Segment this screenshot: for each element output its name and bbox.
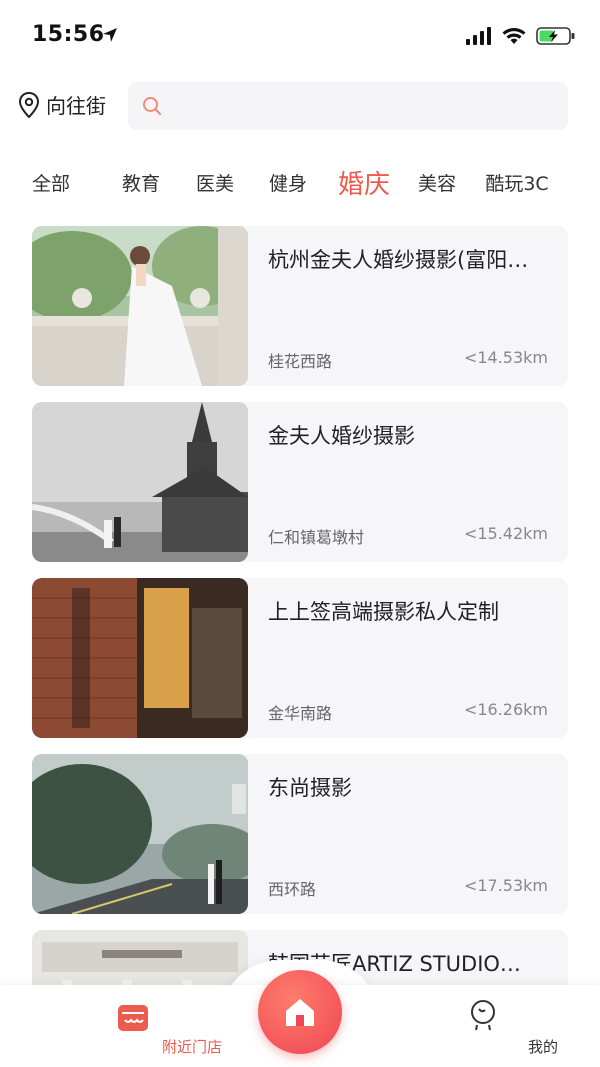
store-distance: <15.42km xyxy=(463,524,548,543)
store-distance: <14.53km xyxy=(463,348,548,367)
store-list: 杭州金夫人婚纱摄影(富阳… 桂花西路 <14.53km 金夫人婚纱摄影 仁和镇葛… xyxy=(32,226,568,1067)
category-tabs: 全部 教育 医美 健身 婚庆 美容 酷玩3C xyxy=(18,160,588,204)
header: 向往街 xyxy=(0,80,600,132)
home-icon xyxy=(286,999,314,1026)
store-distance: <16.26km xyxy=(463,700,548,719)
user-icon xyxy=(471,1000,495,1031)
store-card[interactable]: 上上签高端摄影私人定制 金华南路 <16.26km xyxy=(32,578,568,738)
nav-mine[interactable]: 我的 xyxy=(423,985,558,1067)
nav-nearby-label: 附近门店 xyxy=(161,1038,222,1056)
tab-medical-beauty[interactable]: 医美 xyxy=(178,169,252,196)
nav-nearby-stores[interactable]: 附近门店 xyxy=(72,985,222,1067)
battery-icon xyxy=(536,27,575,45)
tab-education[interactable]: 教育 xyxy=(104,169,178,196)
store-photo xyxy=(32,578,248,738)
store-card[interactable]: 杭州金夫人婚纱摄影(富阳… 桂花西路 <14.53km xyxy=(32,226,568,386)
location-selector[interactable]: 向往街 xyxy=(18,90,106,119)
tab-3c[interactable]: 酷玩3C xyxy=(470,169,564,196)
search-icon xyxy=(143,97,161,115)
store-photo xyxy=(32,226,248,386)
store-name: 杭州金夫人婚纱摄影(富阳… xyxy=(268,248,529,272)
store-card[interactable]: 金夫人婚纱摄影 仁和镇葛墩村 <15.42km xyxy=(32,402,568,562)
location-label: 向往街 xyxy=(46,94,106,118)
store-icon xyxy=(118,1005,148,1031)
nav-mine-label: 我的 xyxy=(527,1038,558,1056)
tab-beauty[interactable]: 美容 xyxy=(404,169,470,196)
store-card[interactable]: 东尚摄影 西环路 <17.53km xyxy=(32,754,568,914)
status-time: 15:56 xyxy=(32,22,105,47)
signal-icon xyxy=(466,27,491,45)
store-name: 金夫人婚纱摄影 xyxy=(268,424,415,448)
store-photo xyxy=(32,402,248,562)
map-pin-icon xyxy=(18,91,40,118)
store-name: 上上签高端摄影私人定制 xyxy=(268,600,499,624)
location-arrow-icon xyxy=(103,28,117,42)
home-button[interactable] xyxy=(258,970,342,1054)
tab-wedding[interactable]: 婚庆 xyxy=(324,164,404,201)
tab-all[interactable]: 全部 xyxy=(32,169,104,196)
store-distance: <17.53km xyxy=(463,876,548,895)
store-address: 西环路 xyxy=(268,880,317,899)
wifi-icon xyxy=(502,28,526,44)
store-address: 金华南路 xyxy=(268,704,333,723)
store-photo xyxy=(32,754,248,914)
store-address: 仁和镇葛墩村 xyxy=(268,528,365,547)
status-bar: 15:56 xyxy=(0,0,600,72)
status-indicators xyxy=(466,26,576,46)
store-name: 东尚摄影 xyxy=(268,776,352,800)
search-input[interactable] xyxy=(128,82,568,130)
tab-fitness[interactable]: 健身 xyxy=(252,169,324,196)
store-address: 桂花西路 xyxy=(268,352,333,371)
